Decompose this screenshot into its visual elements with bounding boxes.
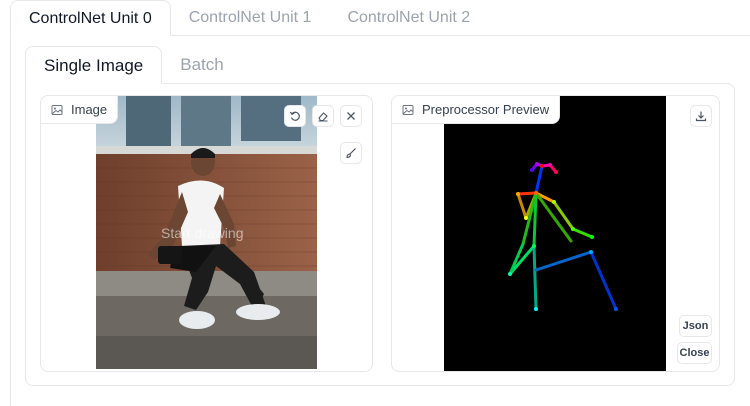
undo-button[interactable] [284,105,306,127]
eraser-icon [318,112,328,122]
image-input-box[interactable]: Image Start drawing [40,95,373,372]
preprocessor-preview-box: Preprocessor Preview Json Close [391,95,720,372]
tab-batch[interactable]: Batch [162,46,241,84]
tab-controlnet-unit-2[interactable]: ControlNet Unit 2 [329,0,488,36]
brush-button[interactable] [340,142,362,164]
clear-button[interactable] [340,105,362,127]
download-icon [695,111,707,122]
close-button[interactable]: Close [677,342,712,364]
image-icon [51,104,63,115]
download-button[interactable] [690,105,712,127]
preprocessor-preview-label: Preprocessor Preview [392,96,561,124]
single-image-panel: Image Start drawing Preprocessor Preview… [25,83,735,386]
undo-icon [289,111,300,121]
json-button[interactable]: Json [679,315,712,337]
controlnet-unit-tabs: ControlNet Unit 0 ControlNet Unit 1 Cont… [10,0,488,36]
close-icon [347,112,355,120]
image-label: Image [41,96,119,124]
preprocessor-preview-label-text: Preprocessor Preview [422,102,550,117]
image-icon [402,104,414,115]
brush-icon [346,148,356,159]
tab-single-image[interactable]: Single Image [25,46,163,84]
eraser-button[interactable] [312,105,334,127]
pose-skeleton-preview [444,96,666,371]
tab-controlnet-unit-1[interactable]: ControlNet Unit 1 [171,0,330,36]
tab-controlnet-unit-0[interactable]: ControlNet Unit 0 [10,0,171,36]
input-mode-tabs: Single Image Batch [25,46,242,84]
image-label-text: Image [71,102,108,117]
start-drawing-hint: Start drawing [161,225,244,241]
